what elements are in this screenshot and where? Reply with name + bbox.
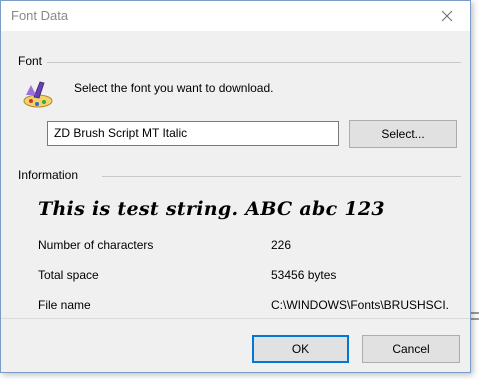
footer-divider bbox=[1, 318, 470, 319]
information-section-label: Information bbox=[18, 168, 79, 182]
background-window-edge bbox=[471, 318, 479, 320]
select-font-button[interactable]: Select... bbox=[349, 120, 457, 148]
info-label-total-space: Total space bbox=[38, 268, 99, 282]
font-data-dialog: Font Data Font Select the font you want … bbox=[0, 0, 471, 373]
close-button[interactable] bbox=[424, 1, 470, 31]
close-icon bbox=[441, 10, 453, 22]
info-label-characters: Number of characters bbox=[38, 238, 154, 252]
background-window-edge bbox=[471, 312, 479, 314]
font-section-divider bbox=[47, 62, 461, 63]
font-sample-text: This is test string. ABC abc 123 bbox=[38, 198, 385, 220]
font-paint-icon bbox=[23, 81, 53, 108]
window-title: Font Data bbox=[11, 8, 69, 23]
cancel-button[interactable]: Cancel bbox=[362, 335, 460, 363]
font-section-label: Font bbox=[18, 54, 43, 68]
ok-button[interactable]: OK bbox=[252, 335, 349, 363]
information-section-divider bbox=[102, 176, 461, 177]
info-value-file-name: C:\WINDOWS\Fonts\BRUSHSCI. bbox=[271, 298, 450, 312]
info-value-total-space: 53456 bytes bbox=[271, 268, 337, 282]
title-bar: Font Data bbox=[1, 1, 470, 31]
font-name-field[interactable]: ZD Brush Script MT Italic bbox=[47, 121, 339, 146]
info-value-characters: 226 bbox=[271, 238, 292, 252]
font-prompt-text: Select the font you want to download. bbox=[74, 81, 274, 95]
info-label-file-name: File name bbox=[38, 298, 91, 312]
